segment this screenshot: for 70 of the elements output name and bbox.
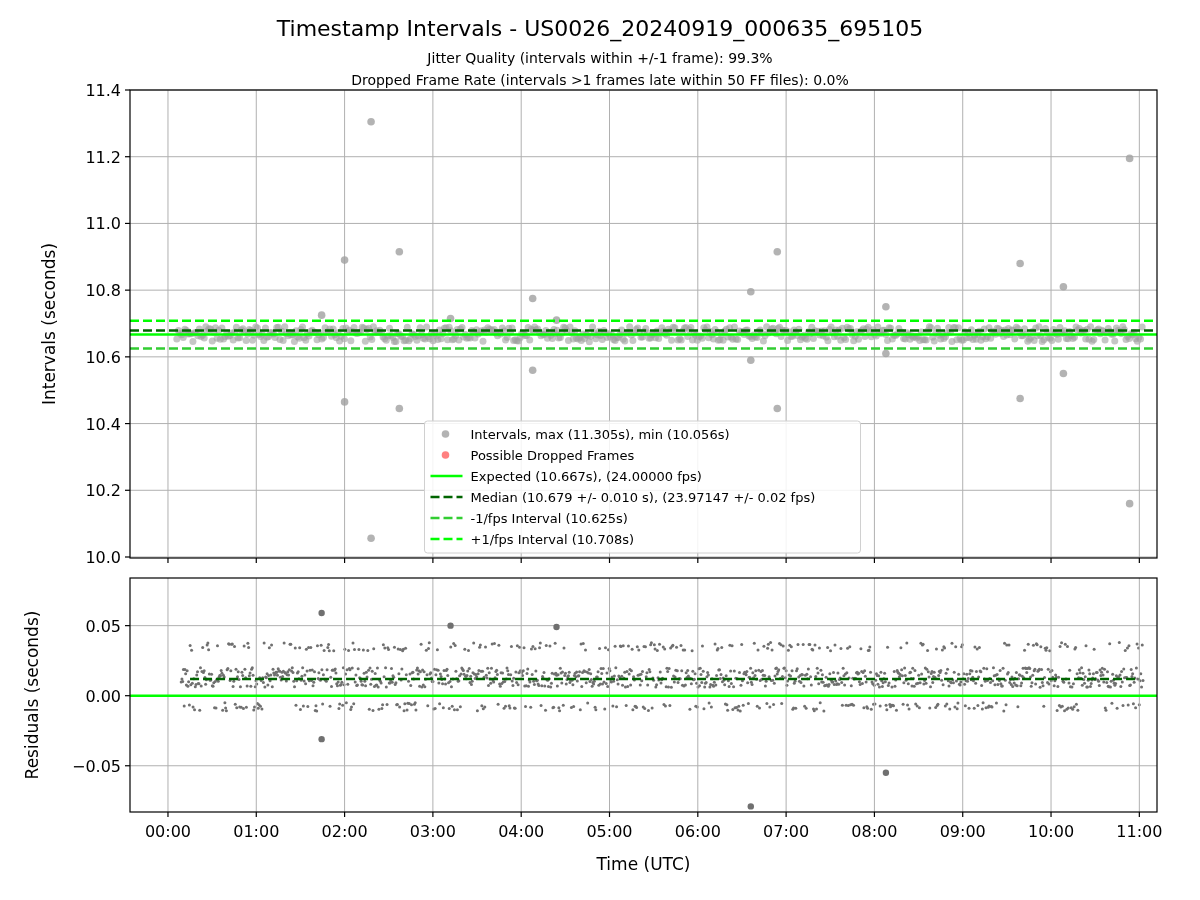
legend-marker-icon [441, 451, 450, 459]
tick-label: 10.6 [85, 347, 121, 367]
data-point [552, 316, 561, 324]
tick-label: 09:00 [939, 822, 986, 841]
data-point [1016, 394, 1024, 403]
data-point [747, 803, 754, 810]
legend-label: -1/fps Interval (10.625s) [470, 510, 628, 526]
tick-label: 11.0 [85, 214, 121, 234]
data-point [367, 117, 375, 126]
legend-line-icon [430, 474, 463, 478]
chart-subtitle: Jitter Quality (intervals within +/-1 frame): 99.3% [427, 50, 773, 66]
data-point [528, 294, 537, 303]
tick-label: 01:00 [233, 822, 280, 841]
legend-line-icon [430, 516, 463, 520]
chart-title: Timestamp Intervals - US0026_20240919_000635_695105 [276, 16, 924, 41]
data-point [773, 248, 782, 256]
data-point [747, 356, 755, 364]
legend-label: Expected (10.667s), (24.00000 fps) [470, 468, 702, 484]
tick-label: 04:00 [498, 822, 545, 841]
tick-label: 0.05 [85, 616, 121, 636]
data-point [446, 314, 455, 323]
axis-label: Intervals (seconds) [39, 242, 59, 406]
data-point [1059, 283, 1068, 291]
data-point [1125, 499, 1134, 508]
legend-line-icon [430, 537, 463, 541]
data-point [317, 311, 326, 319]
tick-label: −0.05 [71, 756, 121, 776]
data-point [340, 398, 349, 406]
tick-label: 11.2 [85, 147, 121, 167]
tick-label: 10.4 [85, 414, 121, 434]
data-point [1016, 259, 1024, 268]
data-point [882, 303, 890, 311]
axis-label: Residuals (seconds) [22, 610, 42, 780]
data-point [1059, 369, 1068, 378]
tick-label: 08:00 [851, 822, 898, 841]
tick-label: 0.00 [85, 686, 121, 706]
data-point [528, 366, 537, 374]
tick-label: 10.0 [85, 548, 121, 567]
data-point [882, 769, 890, 776]
legend-line-icon [430, 495, 463, 499]
data-point [747, 288, 755, 296]
data-point [395, 404, 404, 413]
legend-label: Median (10.679 +/- 0.010 s), (23.97147 +/- 0.02 fps) [470, 489, 816, 505]
tick-label: 02:00 [321, 822, 368, 841]
tick-label: 10.2 [85, 481, 121, 501]
data-point [553, 623, 560, 631]
tick-label: 06:00 [674, 822, 721, 841]
tick-label: 10.8 [85, 281, 121, 301]
axis-label: Time (UTC) [596, 854, 691, 874]
tick-label: 03:00 [409, 822, 456, 841]
chart-subtitle: Dropped Frame Rate (intervals >1 frames late within 50 FF files): 0.0% [351, 72, 849, 88]
data-point [395, 248, 404, 256]
data-point [318, 609, 325, 617]
tick-label: 11.4 [85, 81, 121, 100]
data-point [447, 622, 454, 629]
data-point [340, 256, 349, 264]
tick-label: 00:00 [144, 822, 192, 841]
tick-label: 10:00 [1028, 822, 1075, 841]
tick-label: 07:00 [763, 822, 810, 841]
legend-label: Intervals, max (11.305s), min (10.056s) [470, 426, 730, 442]
tick-label: 05:00 [586, 822, 633, 841]
data-point [367, 534, 375, 543]
legend-marker-icon [441, 430, 450, 438]
tick-label: 11:00 [1116, 822, 1163, 841]
legend-label: Possible Dropped Frames [470, 447, 635, 463]
data-point [773, 404, 782, 413]
legend-label: +1/fps Interval (10.708s) [470, 531, 635, 547]
data-point [1125, 154, 1134, 163]
data-point [318, 735, 325, 743]
data-point [882, 349, 890, 358]
